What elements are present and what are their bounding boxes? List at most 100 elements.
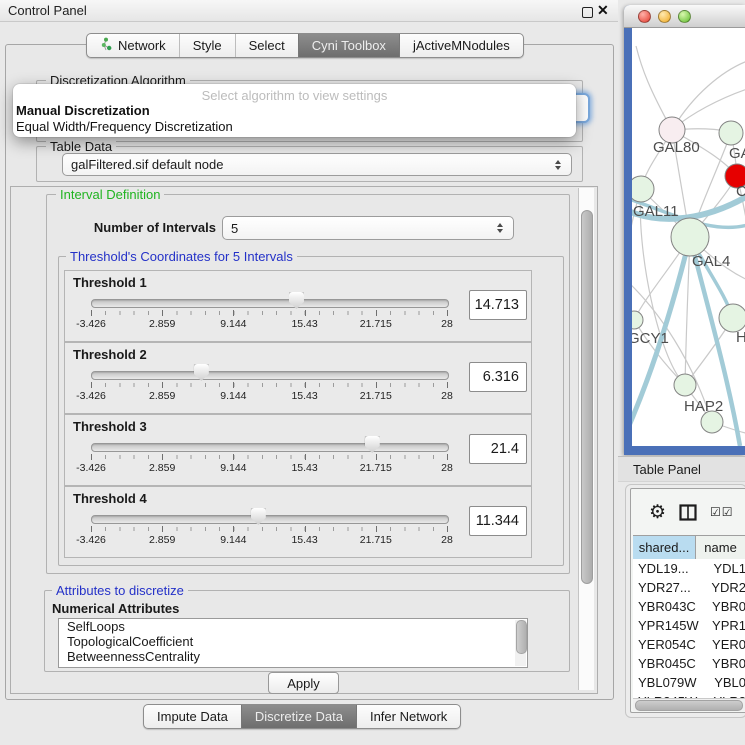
tab-impute-data[interactable]: Impute Data (144, 705, 241, 728)
control-panel-titlebar: Control Panel (0, 0, 618, 22)
network-node[interactable] (674, 374, 696, 396)
network-node[interactable] (719, 121, 743, 145)
network-node-label: C (736, 183, 745, 200)
network-node-label: HAP2 (684, 398, 723, 415)
axis-major-tick (233, 382, 234, 388)
slider-track[interactable] (91, 371, 449, 380)
close-traffic-light[interactable] (638, 10, 651, 23)
column-header-name[interactable]: name (696, 536, 745, 560)
table-horizontal-scrollbar[interactable] (633, 698, 745, 711)
threshold-label: Threshold 4 (73, 491, 147, 506)
cell-shared-name[interactable]: YPR145W (633, 616, 706, 635)
close-icon[interactable]: ✕ (597, 2, 609, 19)
threshold-value-field[interactable]: 14.713 (469, 290, 527, 320)
tab-infer-network[interactable]: Infer Network (356, 705, 460, 728)
network-node[interactable] (632, 311, 643, 329)
threshold-value-field[interactable]: 6.316 (469, 362, 527, 392)
threshold-label: Threshold 2 (73, 347, 147, 362)
attribute-list-item[interactable]: SelfLoops (59, 619, 527, 634)
cell-shared-name[interactable]: YBR043C (633, 597, 706, 616)
vertical-scrollbar[interactable] (578, 188, 594, 690)
axis-major-tick (376, 454, 377, 460)
tab-label: jActiveMNodules (413, 38, 510, 53)
axis-major-tick (91, 526, 92, 532)
cell-shared-name[interactable]: YBR045C (633, 654, 706, 673)
table-data-combo[interactable]: galFiltered.sif default node (62, 153, 572, 176)
table-toolbar: ⚙ ☑☑ (631, 489, 745, 535)
axis-major-tick (305, 454, 306, 460)
cell-name[interactable]: YDL1 (707, 559, 745, 578)
split-columns-icon[interactable] (679, 504, 697, 521)
network-node-label: GAL11 (633, 203, 679, 220)
cell-shared-name[interactable]: YER054C (633, 635, 706, 654)
network-node[interactable] (671, 218, 709, 256)
table-row[interactable]: YDR27...YDR2 (633, 578, 745, 597)
cell-shared-name[interactable]: YDR27... (633, 578, 705, 597)
axis-label: 21.715 (360, 462, 392, 474)
numerical-attributes-list[interactable]: SelfLoopsTopologicalCoefficientBetweenne… (58, 618, 528, 668)
list-scrollbar-thumb[interactable] (516, 620, 527, 654)
tab-cyni-toolbox[interactable]: Cyni Toolbox (298, 34, 399, 57)
table-row[interactable]: YBL079WYBL0 (633, 673, 745, 692)
threshold-value-field[interactable]: 11.344 (469, 506, 527, 536)
table-horizontal-scrollbar-thumb[interactable] (635, 700, 743, 711)
vertical-scrollbar-thumb[interactable] (581, 210, 593, 584)
tab-select[interactable]: Select (235, 34, 298, 57)
network-node-label: H (736, 329, 745, 346)
gear-icon[interactable]: ⚙ (649, 503, 666, 522)
axis-label: 9.144 (220, 390, 246, 402)
apply-button-label: Apply (287, 676, 320, 691)
minimize-traffic-light[interactable] (658, 10, 671, 23)
attribute-list-item[interactable]: TopologicalCoefficient (59, 634, 527, 649)
zoom-traffic-light[interactable] (678, 10, 691, 23)
table-row[interactable]: YER054CYER0 (633, 635, 745, 654)
network-canvas[interactable]: GAL80GACGAL11GAL4GCY1HHAP2 (632, 28, 745, 446)
axis-label: 2.859 (149, 534, 175, 546)
algorithm-option[interactable]: Manual Discretization (13, 103, 576, 119)
cell-name[interactable]: YBL0 (708, 673, 745, 692)
cell-name[interactable]: YBR0 (706, 597, 745, 616)
cell-name[interactable]: YDR2 (705, 578, 745, 597)
axis-label: -3.426 (76, 534, 106, 546)
network-tab-icon (100, 37, 113, 51)
slider-track[interactable] (91, 299, 449, 308)
cell-shared-name[interactable]: YBL079W (633, 673, 708, 692)
axis-major-tick (162, 310, 163, 316)
threshold-label: Threshold 3 (73, 419, 147, 434)
table-row[interactable]: YBR045CYBR0 (633, 654, 745, 673)
axis-major-tick (305, 526, 306, 532)
cell-name[interactable]: YER0 (706, 635, 745, 654)
column-header-shared-[interactable]: shared... (633, 536, 696, 560)
table-row[interactable]: YBR043CYBR0 (633, 597, 745, 616)
tab-discretize-data[interactable]: Discretize Data (241, 705, 356, 728)
cell-name[interactable]: YBR0 (706, 654, 745, 673)
network-node-label: GAL80 (653, 139, 700, 156)
table-row[interactable]: YDL19...YDL1 (633, 559, 745, 578)
table-panel-title: Table Panel (633, 462, 701, 477)
tab-style[interactable]: Style (179, 34, 235, 57)
table-row[interactable]: YPR145WYPR1 (633, 616, 745, 635)
axis-label: 15.43 (291, 318, 317, 330)
axis-major-tick (376, 526, 377, 532)
slider-track[interactable] (91, 443, 449, 452)
axis-label: 2.859 (149, 318, 175, 330)
apply-button[interactable]: Apply (268, 672, 339, 694)
algorithm-option[interactable]: Equal Width/Frequency Discretization (13, 119, 576, 135)
cell-shared-name[interactable]: YDL19... (633, 559, 707, 578)
attribute-list-item[interactable]: BetweennessCentrality (59, 649, 527, 664)
number-of-intervals-combo[interactable]: 5 (222, 216, 514, 240)
cell-name[interactable]: YPR1 (706, 616, 745, 635)
float-window-icon[interactable] (582, 7, 593, 18)
tab-jactivemnodules[interactable]: jActiveMNodules (399, 34, 523, 57)
axis-label: 9.144 (220, 534, 246, 546)
select-columns-checkboxes-icon[interactable]: ☑☑ (710, 505, 734, 519)
network-node[interactable] (632, 176, 654, 202)
list-scrollbar[interactable] (515, 620, 526, 666)
axis-label: 28 (441, 318, 453, 330)
tab-label: Infer Network (370, 709, 447, 724)
slider-track[interactable] (91, 515, 449, 524)
threshold-value-field[interactable]: 21.4 (469, 434, 527, 464)
attributes-group-title: Attributes to discretize (52, 583, 188, 598)
tab-network[interactable]: Network (87, 34, 179, 57)
network-node[interactable] (719, 304, 745, 332)
